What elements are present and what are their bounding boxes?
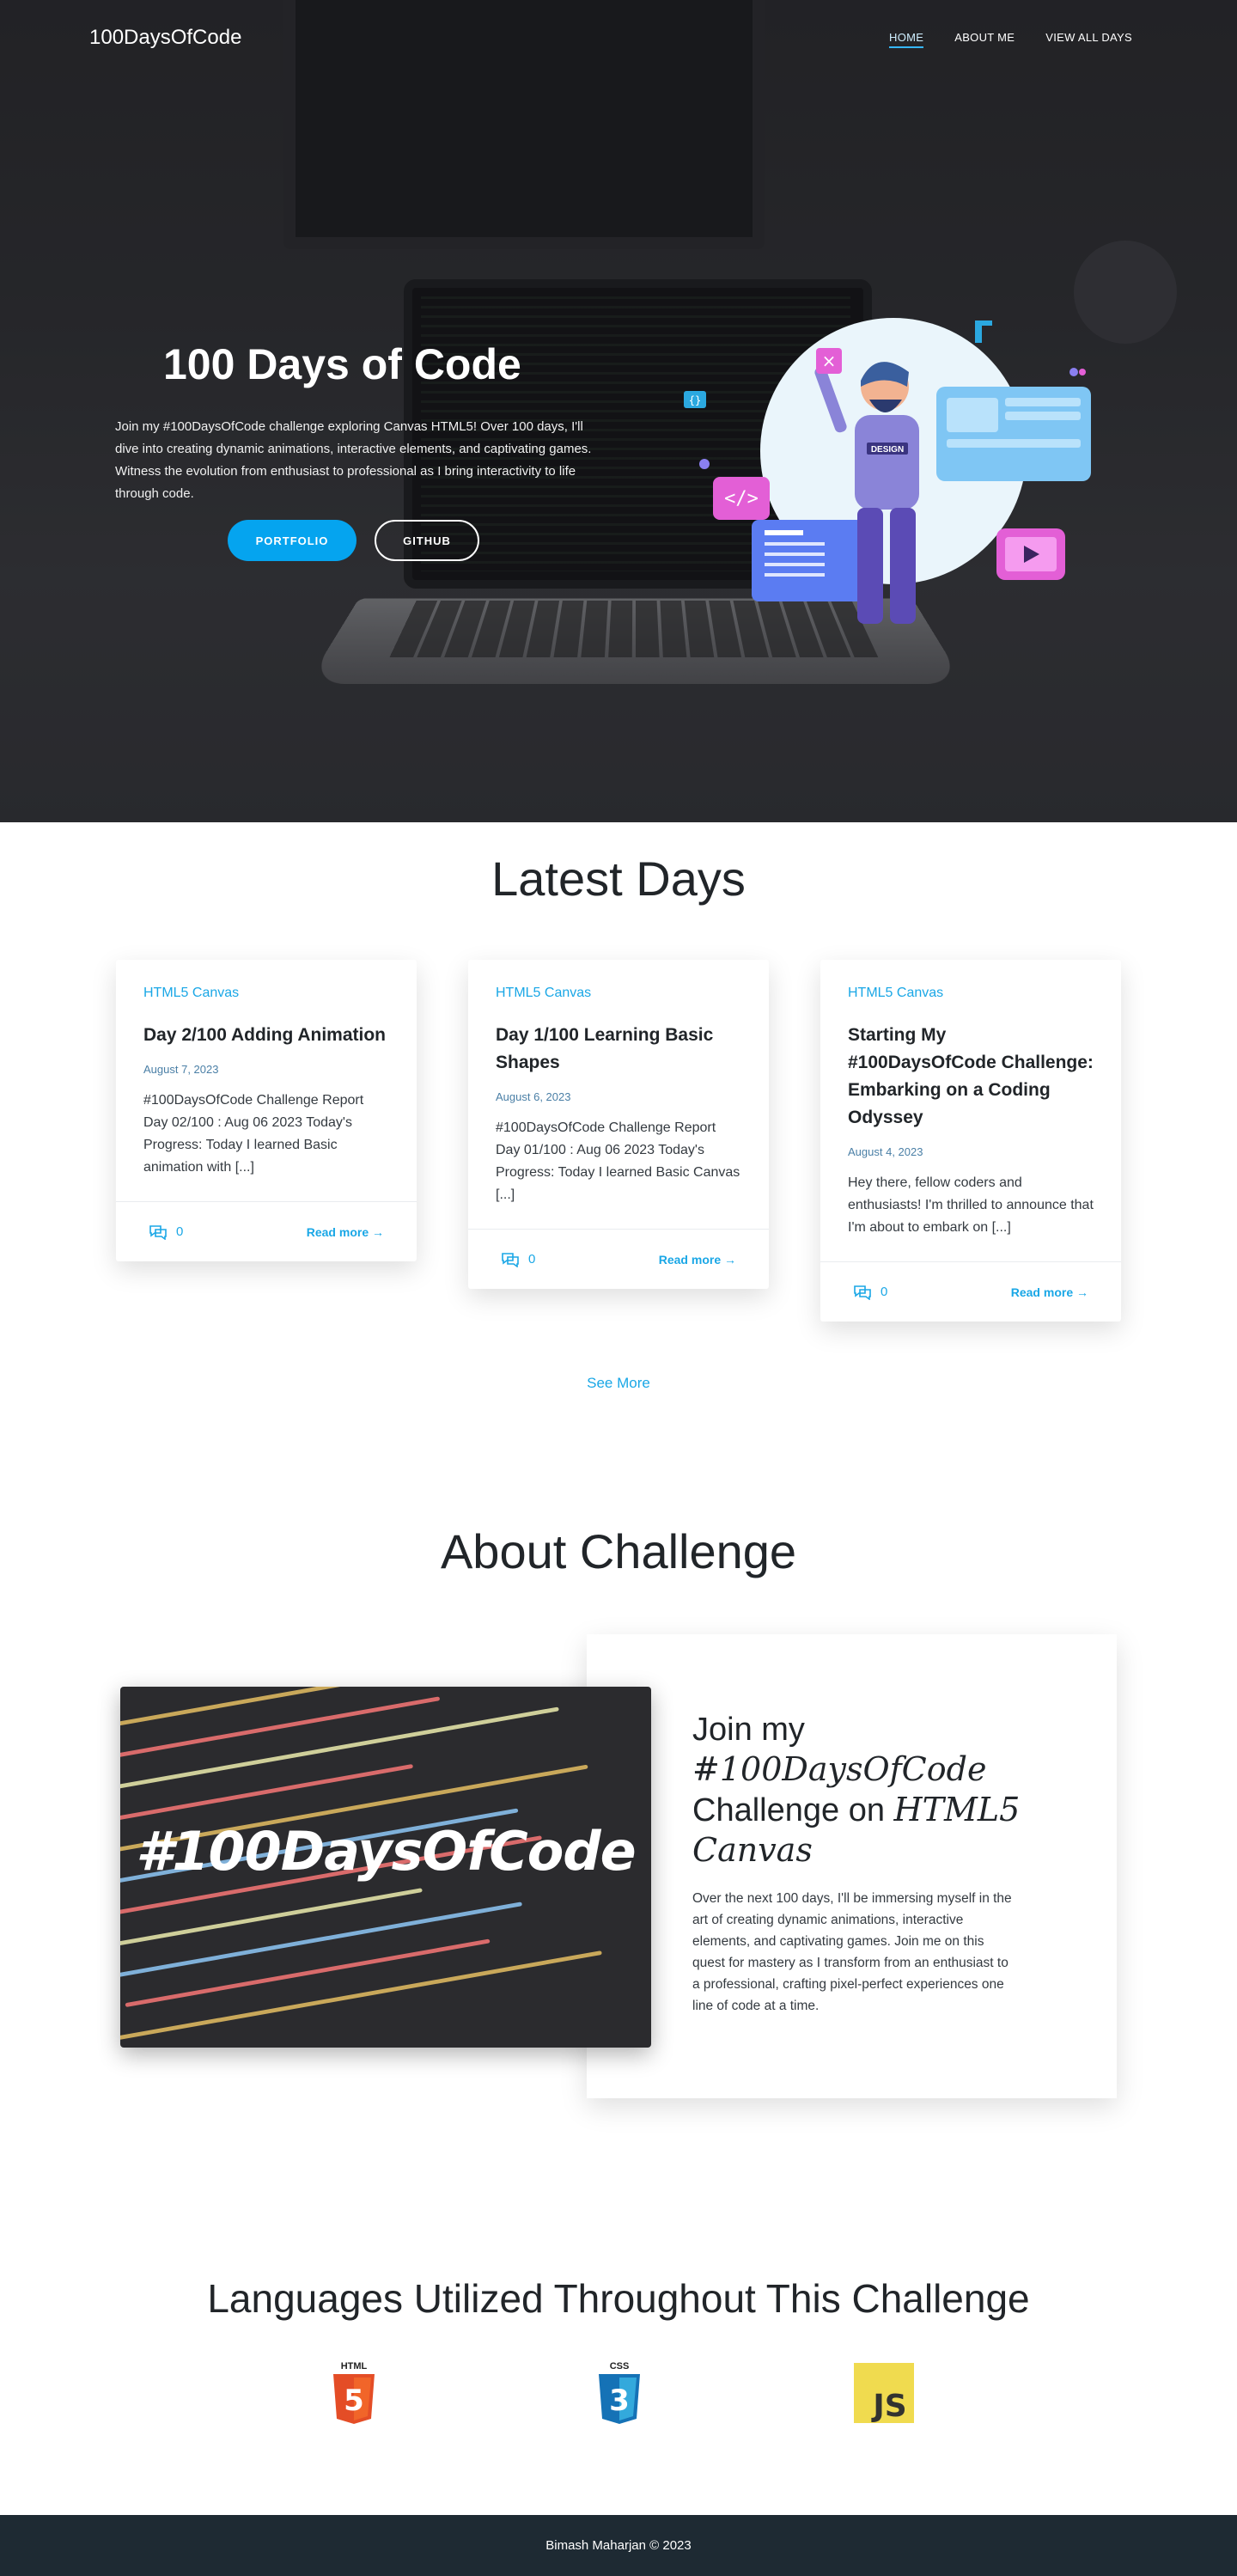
- post-footer: 0 Read more →: [116, 1201, 417, 1261]
- comments-link[interactable]: 0: [149, 1224, 183, 1240]
- about-heading: Join my #100DaysOfCode Challenge on HTML…: [692, 1712, 1021, 1869]
- footer-copyright: Bimash Maharjan © 2023: [545, 2538, 692, 2553]
- svg-text:CSS: CSS: [610, 2361, 630, 2372]
- comments-count: 0: [881, 1285, 888, 1299]
- post-footer: 0 Read more →: [820, 1261, 1121, 1322]
- hero-title: 100 Days of Code: [163, 340, 521, 388]
- svg-text:</>: </>: [724, 488, 759, 510]
- svg-text:3: 3: [609, 2384, 630, 2418]
- post-card: HTML5 Canvas Day 2/100 Adding Animation …: [116, 960, 417, 1261]
- nav-link-home[interactable]: HOME: [889, 31, 924, 48]
- post-date: August 4, 2023: [848, 1145, 923, 1158]
- post-date: August 7, 2023: [143, 1063, 219, 1076]
- nav-links: HOME ABOUT ME VIEW ALL DAYS: [889, 31, 1132, 48]
- post-excerpt: #100DaysOfCode Challenge Report Day 02/1…: [143, 1093, 364, 1175]
- read-more-link[interactable]: Read more →: [659, 1253, 736, 1267]
- comments-count: 0: [528, 1252, 536, 1267]
- svg-text:{}: {}: [689, 394, 701, 406]
- hero-section: 100DaysOfCode HOME ABOUT ME VIEW ALL DAY…: [0, 0, 1237, 822]
- code-image-caption: #100DaysOfCode: [136, 1820, 636, 1883]
- post-excerpt: #100DaysOfCode Challenge Report Day 01/1…: [496, 1120, 740, 1202]
- footer: Bimash Maharjan © 2023: [0, 2515, 1237, 2576]
- post-date: August 6, 2023: [496, 1090, 571, 1103]
- svg-text:JS: JS: [870, 2389, 906, 2423]
- post-excerpt: Hey there, fellow coders and enthusiasts…: [848, 1175, 1094, 1235]
- read-more-link[interactable]: Read more →: [307, 1225, 384, 1239]
- comments-icon: [502, 1252, 519, 1267]
- comments-link[interactable]: 0: [501, 1252, 535, 1267]
- svg-text:5: 5: [344, 2384, 364, 2418]
- post-title[interactable]: Day 2/100 Adding Animation: [143, 1022, 389, 1049]
- comments-icon: [854, 1285, 871, 1300]
- developer-illustration: </> DESIGN × {}: [684, 318, 1091, 624]
- svg-text:×: ×: [822, 351, 837, 371]
- post-card: HTML5 Canvas Day 1/100 Learning Basic Sh…: [468, 960, 769, 1289]
- comments-link[interactable]: 0: [853, 1285, 887, 1300]
- post-card: HTML5 Canvas Starting My #100DaysOfCode …: [820, 960, 1121, 1322]
- javascript-icon: JS: [854, 2363, 914, 2426]
- about-text: Over the next 100 days, I'll be immersin…: [692, 1891, 1012, 2013]
- see-more-link[interactable]: See More: [0, 1375, 1237, 1392]
- nav-link-view-all-days[interactable]: VIEW ALL DAYS: [1045, 31, 1132, 48]
- css3-icon: CSS 3: [595, 2359, 643, 2429]
- post-title[interactable]: Starting My #100DaysOfCode Challenge: Em…: [848, 1022, 1094, 1132]
- latest-days-title: Latest Days: [491, 852, 746, 906]
- portfolio-button[interactable]: PORTFOLIO: [228, 520, 356, 561]
- brand-logo[interactable]: 100DaysOfCode: [89, 26, 241, 50]
- code-screenshot-image: #100DaysOfCode: [120, 1687, 651, 2048]
- post-category-link[interactable]: HTML5 Canvas: [848, 986, 1094, 1001]
- post-category-link[interactable]: HTML5 Canvas: [496, 986, 741, 1001]
- html5-icon: HTML 5: [330, 2359, 378, 2429]
- read-more-link[interactable]: Read more →: [1011, 1285, 1088, 1299]
- post-footer: 0 Read more →: [468, 1229, 769, 1289]
- post-title[interactable]: Day 1/100 Learning Basic Shapes: [496, 1022, 741, 1077]
- nav-link-about-me[interactable]: ABOUT ME: [954, 31, 1015, 48]
- comments-icon: [149, 1224, 167, 1240]
- languages-title: Languages Utilized Throughout This Chall…: [207, 2276, 1030, 2321]
- svg-text:DESIGN: DESIGN: [871, 445, 904, 455]
- github-button[interactable]: GITHUB: [375, 520, 479, 561]
- svg-text:HTML: HTML: [341, 2361, 368, 2372]
- about-challenge-title: About Challenge: [440, 1524, 797, 1578]
- navbar: 100DaysOfCode HOME ABOUT ME VIEW ALL DAY…: [0, 0, 1237, 77]
- post-category-link[interactable]: HTML5 Canvas: [143, 986, 389, 1001]
- hero-description: Join my #100DaysOfCode challenge explori…: [115, 419, 592, 501]
- comments-count: 0: [176, 1224, 184, 1239]
